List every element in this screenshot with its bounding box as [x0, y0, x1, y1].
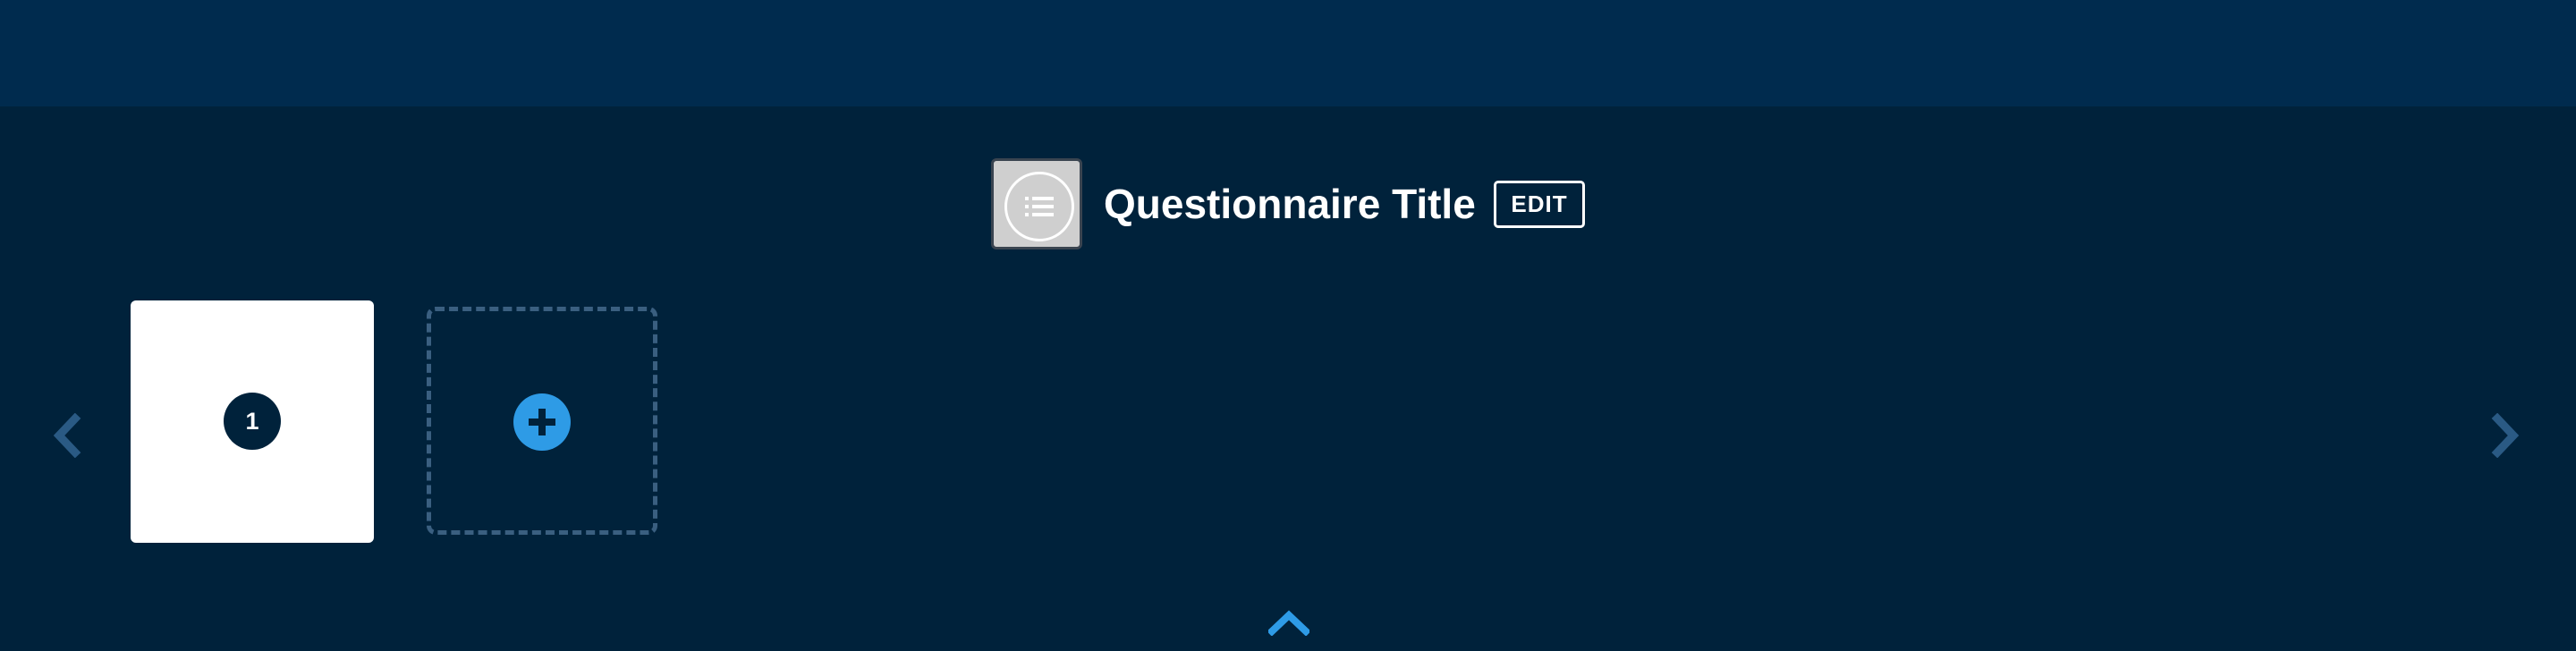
plus-icon	[529, 409, 555, 435]
top-bar	[0, 0, 2576, 106]
list-icon	[1025, 197, 1054, 216]
collapse-toggle-button[interactable]	[1267, 609, 1311, 640]
chevron-left-icon	[53, 412, 81, 459]
carousel-next-button[interactable]	[2490, 412, 2521, 462]
carousel-prev-button[interactable]	[52, 412, 82, 462]
questionnaire-title: Questionnaire Title	[1104, 181, 1476, 227]
page-number-badge: 1	[224, 393, 281, 450]
add-page-button[interactable]	[427, 307, 657, 535]
page-thumbnail[interactable]: 1	[131, 300, 374, 543]
add-page-circle	[513, 393, 571, 451]
edit-title-button[interactable]: EDIT	[1494, 181, 1585, 228]
chevron-up-icon	[1267, 610, 1311, 637]
questionnaire-icon	[991, 158, 1082, 249]
chevron-right-icon	[2491, 412, 2520, 459]
